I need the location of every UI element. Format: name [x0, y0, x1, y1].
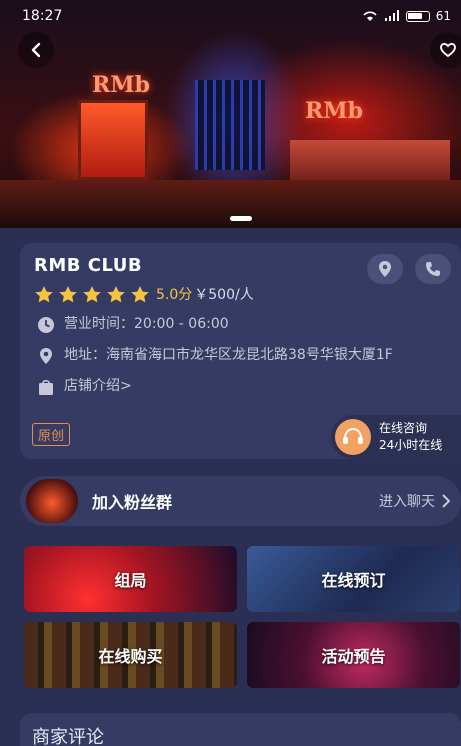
consult-text: 在线咨询 24小时在线: [379, 420, 442, 454]
consult-title: 在线咨询: [379, 421, 428, 435]
location-icon: [379, 261, 391, 277]
status-icons: 61: [362, 9, 451, 23]
reviews-title: 商家评论: [32, 727, 104, 746]
battery-level: 61: [435, 9, 451, 23]
tile-event-preview[interactable]: 活动预告: [247, 622, 460, 688]
shop-actions: [367, 254, 451, 284]
signal-icon: [384, 10, 399, 21]
shop-address: 地址：海南省海口市龙华区龙昆北路38号华银大厦1F: [64, 347, 393, 363]
business-hours: 营业时间：20:00 - 06:00: [64, 316, 229, 332]
shop-intro-row[interactable]: 店铺介绍>: [34, 376, 447, 397]
tile-online-booking[interactable]: 在线预订: [247, 546, 460, 612]
location-button[interactable]: [367, 254, 403, 284]
star-icon: [83, 285, 101, 302]
hero-sign-left: RMb: [92, 72, 151, 98]
battery-icon: [405, 10, 430, 22]
star-icon: [59, 285, 77, 302]
fan-group-title: 加入粉丝群: [92, 493, 173, 512]
hero-floor: [0, 180, 461, 228]
status-time: 18:27: [22, 8, 63, 24]
online-consult-button[interactable]: 在线咨询 24小时在线: [331, 415, 461, 459]
bag-icon: [39, 379, 53, 395]
headset-icon: [343, 427, 363, 444]
shop-info-card: RMB CLUB 5.0分 ￥500/人 营业时间：20:00 - 06:00 …: [20, 243, 461, 459]
star-rating: [34, 285, 150, 304]
tile-online-purchase[interactable]: 在线购买: [24, 622, 237, 688]
status-bar: 18:27 61: [0, 0, 461, 32]
hero-light-wall: [195, 80, 265, 170]
star-icon: [35, 285, 53, 302]
fan-group-banner[interactable]: 加入粉丝群 进入聊天: [20, 476, 461, 526]
hero-image[interactable]: RMb RMb: [0, 0, 461, 228]
consult-subtitle: 24小时在线: [379, 438, 443, 452]
chevron-right-icon: [442, 494, 451, 508]
original-badge: 原创: [32, 423, 71, 446]
service-grid: 组局 在线预订 在线购买 活动预告: [24, 546, 461, 688]
price-per-person: ￥500/人: [194, 287, 254, 303]
shop-intro-link[interactable]: 店铺介绍>: [64, 376, 447, 397]
phone-button[interactable]: [415, 254, 451, 284]
heart-icon: [440, 42, 456, 58]
rating-score: 5.0分: [156, 287, 193, 303]
enter-chat-link[interactable]: 进入聊天: [379, 491, 435, 511]
back-icon: [31, 42, 41, 58]
back-button[interactable]: [18, 32, 54, 68]
address-row[interactable]: 地址：海南省海口市龙华区龙昆北路38号华银大厦1F: [34, 345, 447, 366]
phone-icon: [426, 262, 440, 276]
carousel-indicator: [230, 216, 252, 221]
star-icon: [131, 285, 149, 302]
fan-group-thumbnail: [26, 479, 78, 523]
clock-icon: [38, 317, 54, 333]
merchant-reviews-section: 商家评论: [20, 713, 461, 746]
consult-avatar: [335, 419, 371, 455]
hero-door: [78, 100, 148, 180]
pin-icon: [40, 348, 52, 364]
business-hours-row: 营业时间：20:00 - 06:00: [34, 314, 447, 335]
rating-row: 5.0分 ￥500/人: [34, 284, 447, 304]
tile-group-party[interactable]: 组局: [24, 546, 237, 612]
wifi-icon: [363, 11, 377, 21]
star-icon: [107, 285, 125, 302]
hero-sign-right: RMb: [305, 98, 364, 124]
hero-bar-counter: [290, 140, 450, 185]
favorite-button[interactable]: [430, 32, 461, 68]
